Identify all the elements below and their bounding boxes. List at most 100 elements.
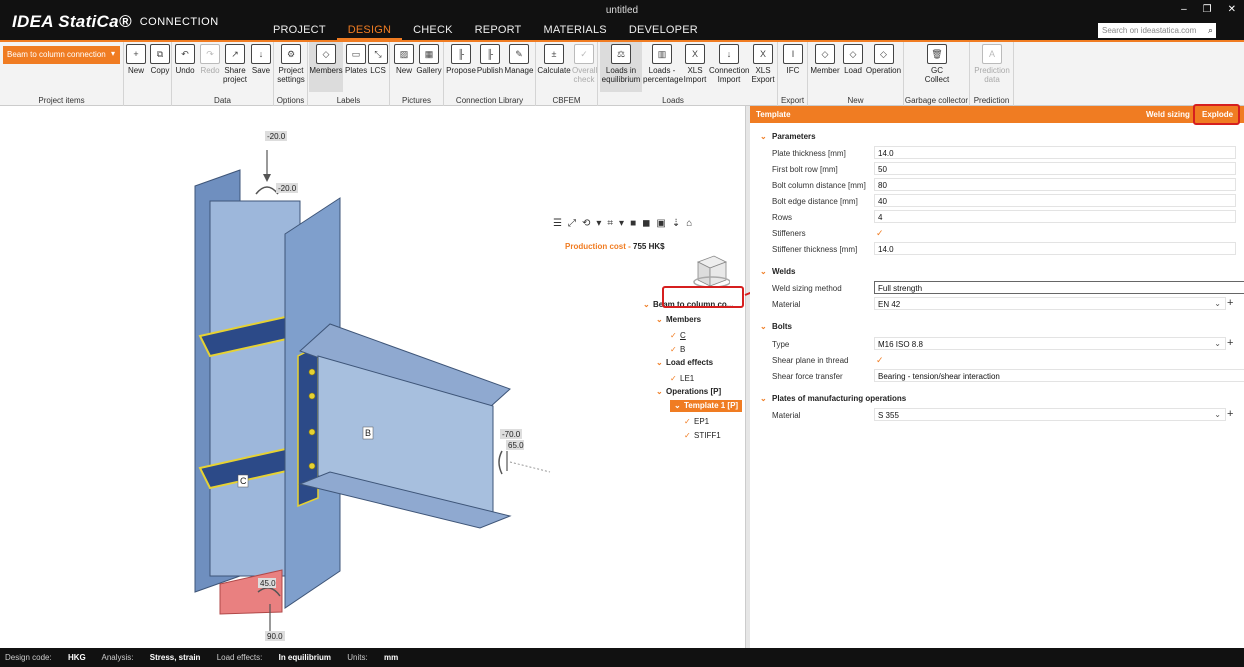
gc-collect-button[interactable]: 🗑 GC Collect <box>922 44 952 84</box>
new-item-button[interactable]: + New <box>126 44 146 75</box>
loads-in-equilibrium-button[interactable]: ⚖ Loads in equilibrium <box>600 42 642 92</box>
tree-item-member-c[interactable]: ✓ C <box>670 330 686 342</box>
add-material-icon[interactable]: + <box>1227 297 1233 309</box>
checkbox-icon[interactable]: ✓ <box>684 416 694 428</box>
tab-check[interactable]: CHECK <box>402 22 464 40</box>
xls-export-button[interactable]: X XLS Export <box>750 44 776 84</box>
chevron-down-icon[interactable]: ⌄ <box>643 299 653 311</box>
weld-material-select[interactable]: EN 42 ⌄ <box>874 297 1226 310</box>
chevron-down-icon[interactable]: ▾ <box>619 218 624 229</box>
zoom-extents-icon[interactable]: ⤢ <box>568 218 576 229</box>
connection-model[interactable]: -20.0 -20.0 -70.0 65.0 45.0 90.0 B C <box>0 106 746 648</box>
gallery-button[interactable]: ▦ Gallery <box>416 44 442 75</box>
checkbox-icon[interactable]: ✓ <box>670 344 680 356</box>
tree-operations[interactable]: ⌄ Operations [P] <box>656 386 721 398</box>
section-plates[interactable]: ⌄ Plates of manufacturing operations <box>760 394 906 403</box>
new-load-button[interactable]: ◇ Load <box>842 44 864 75</box>
tab-materials[interactable]: MATERIALS <box>532 22 617 40</box>
checkbox-icon[interactable]: ✓ <box>684 430 694 442</box>
stiffener-thickness-input[interactable]: 14.0 <box>874 242 1236 255</box>
chevron-down-icon[interactable]: ⌄ <box>656 314 666 326</box>
connection-import-button[interactable]: ↓ Connection Import <box>709 44 749 84</box>
shear-plane-checkbox[interactable]: ✓ <box>876 355 884 366</box>
chevron-down-icon[interactable]: ⌄ <box>656 386 666 398</box>
section-bolts[interactable]: ⌄ Bolts <box>760 322 792 331</box>
lcs-button[interactable]: ⤡ LCS <box>368 44 388 75</box>
project-item-dropdown[interactable]: Beam to column connection ▾ <box>3 46 120 64</box>
3d-viewport[interactable]: -20.0 -20.0 -70.0 65.0 45.0 90.0 B C ☰ ⤢… <box>0 106 746 648</box>
save-button[interactable]: ↓ Save <box>250 44 272 75</box>
manage-button[interactable]: ✎ Manage <box>504 44 534 75</box>
member-c-label[interactable]: C <box>240 476 247 486</box>
chevron-down-icon[interactable]: ⌄ <box>674 400 684 412</box>
minimize-icon[interactable]: – <box>1181 4 1187 15</box>
redo-button[interactable]: ↷ Redo <box>199 44 221 75</box>
fit-icon[interactable]: ☰ <box>553 218 562 229</box>
copy-button[interactable]: ⧉ Copy <box>149 44 171 75</box>
weld-sizing-method-select[interactable]: Full strength⌄ <box>874 281 1244 294</box>
bolt-column-distance-input[interactable]: 80 <box>874 178 1236 191</box>
tree-members-label: Members <box>666 315 702 324</box>
tab-report[interactable]: REPORT <box>464 22 533 40</box>
bolt-type-select[interactable]: M16 ISO 8.8 ⌄ <box>874 337 1226 350</box>
home-icon[interactable]: ⌂ <box>686 218 692 229</box>
navigation-cube-icon[interactable] <box>690 252 730 290</box>
tree-members[interactable]: ⌄ Members <box>656 314 701 326</box>
share-project-button[interactable]: ↗ Share project <box>222 44 248 84</box>
tree-item-ep1[interactable]: ✓ EP1 <box>684 416 709 428</box>
checkbox-icon[interactable]: ✓ <box>670 330 680 342</box>
project-settings-button[interactable]: ⚙ Project settings <box>276 44 306 84</box>
new-member-button[interactable]: ◇ Member <box>809 44 841 75</box>
section-parameters[interactable]: ⌄ Parameters <box>760 132 816 141</box>
down-arrow-icon[interactable]: ⇣ <box>672 218 680 229</box>
group-label: Options <box>276 96 305 105</box>
member-b-label[interactable]: B <box>365 428 371 438</box>
chevron-down-icon[interactable]: ⌄ <box>656 357 666 369</box>
add-bolt-icon[interactable]: + <box>1227 337 1233 349</box>
plates-labels-button[interactable]: ▭ Plates <box>345 44 367 75</box>
overall-check-button[interactable]: ✓ Overall check <box>572 44 597 84</box>
restore-icon[interactable]: ❐ <box>1203 4 1212 15</box>
tree-load-effects[interactable]: ⌄ Load effects <box>656 357 713 369</box>
tree-item-member-b[interactable]: ✓ B <box>670 344 685 356</box>
tab-project[interactable]: PROJECT <box>262 22 337 40</box>
weld-sizing-button[interactable]: Weld sizing <box>1146 110 1190 119</box>
members-labels-button[interactable]: ◇ Members <box>309 42 343 92</box>
new-operation-button[interactable]: ◇ Operation <box>865 44 902 75</box>
crop-icon[interactable]: ⌗ <box>607 218 613 229</box>
rows-input[interactable]: 4 <box>874 210 1236 223</box>
tab-design[interactable]: DESIGN <box>336 22 403 40</box>
stiffeners-checkbox[interactable]: ✓ <box>876 228 884 239</box>
add-plate-material-icon[interactable]: + <box>1227 408 1233 420</box>
box-solid-icon[interactable]: ◼ <box>642 218 650 229</box>
prediction-data-button[interactable]: A Prediction data <box>973 44 1011 84</box>
propose-button[interactable]: ╟ Propose <box>446 44 476 75</box>
checkbox-icon[interactable]: ✓ <box>670 373 680 385</box>
tree-item-template[interactable]: ⌄ Template 1 [P] <box>670 400 743 412</box>
xls-import-button[interactable]: X XLS Import <box>683 44 707 84</box>
loads-percentage-button[interactable]: ▥ Loads - percentage <box>643 44 683 84</box>
first-bolt-row-input[interactable]: 50 <box>874 162 1236 175</box>
tab-developer[interactable]: DEVELOPER <box>618 22 709 40</box>
box-wire-icon[interactable]: ▣ <box>656 218 665 229</box>
plate-material-value: S 355 <box>878 411 899 420</box>
calculate-button[interactable]: ± Calculate <box>537 44 571 75</box>
bolt-edge-distance-input[interactable]: 40 <box>874 194 1236 207</box>
close-icon[interactable]: ✕ <box>1228 4 1236 15</box>
rotate-icon[interactable]: ⟲ <box>582 218 590 229</box>
shear-force-transfer-select[interactable]: Bearing - tension/shear interaction⌄ <box>874 369 1244 382</box>
tree-item-le1[interactable]: ✓ LE1 <box>670 373 694 385</box>
search-icon[interactable]: ⌕ <box>1208 25 1213 36</box>
chevron-down-icon[interactable]: ▾ <box>596 218 601 229</box>
new-picture-button[interactable]: ▨ New <box>393 44 415 75</box>
box-icon[interactable]: ■ <box>630 218 636 229</box>
search-input[interactable]: Search on ideastatica.com ⌕ <box>1098 23 1216 38</box>
plate-thickness-input[interactable]: 14.0 <box>874 146 1236 159</box>
xls-icon: X <box>685 44 705 64</box>
ifc-export-button[interactable]: I IFC <box>781 44 805 75</box>
tree-item-stiff1[interactable]: ✓ STIFF1 <box>684 430 721 442</box>
undo-button[interactable]: ↶ Undo <box>174 44 196 75</box>
plate-material-select[interactable]: S 355 ⌄ <box>874 408 1226 421</box>
section-welds[interactable]: ⌄ Welds <box>760 267 795 276</box>
publish-button[interactable]: ╟ Publish <box>476 44 504 75</box>
